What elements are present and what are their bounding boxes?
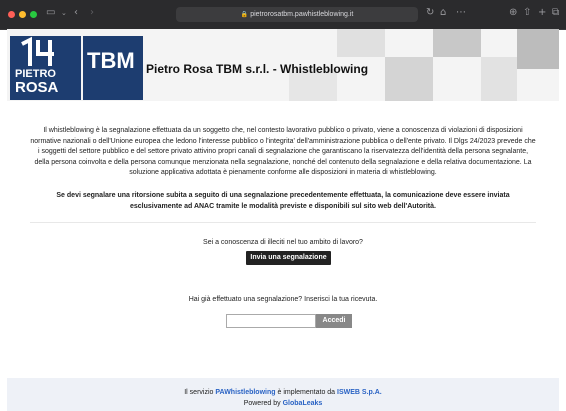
reload-icon[interactable]: ↻ [426, 6, 434, 20]
pietro-rosa-logo: PIETRO ROSA [10, 36, 81, 100]
zoom-window-button[interactable] [30, 11, 37, 18]
receipt-input[interactable] [226, 314, 316, 328]
footer-powered-line: Powered by GlobaLeaks [7, 400, 559, 407]
footer: Il servizio PAWhistleblowing è implement… [7, 378, 559, 411]
browser-toolbar: ▭ ⌄ ‹ › 🔒 pietrorosatbm.pawhistleblowing.… [0, 0, 566, 30]
address-bar[interactable]: 🔒 pietrorosatbm.pawhistleblowing.it [176, 7, 418, 22]
tabs-icon[interactable]: ⧉ [552, 6, 559, 20]
minimize-window-button[interactable] [19, 11, 26, 18]
receipt-question: Hai già effettuato una segnalazione? Ins… [188, 296, 378, 303]
anac-warning: Se devi segnalare una ritorsione subita … [56, 192, 510, 210]
url-text: pietrorosatbm.pawhistleblowing.it [250, 11, 354, 18]
login-button[interactable]: Accedi [316, 314, 352, 328]
powered-by-label: Powered by [243, 400, 281, 407]
grid-icon[interactable]: ⋯ [456, 6, 466, 20]
submit-report-button[interactable]: Invia una segnalazione [246, 251, 331, 265]
footer-service-line: Il servizio PAWhistleblowing è implement… [7, 389, 559, 396]
forward-icon[interactable]: › [90, 6, 94, 20]
logo-rosa-text: ROSA [15, 79, 59, 96]
download-icon[interactable]: ⊕ [509, 6, 517, 20]
sidebar-icon[interactable]: ▭ [46, 6, 55, 20]
home-icon[interactable]: ⌂ [440, 6, 446, 20]
logo-tbm-text: TBM [87, 48, 135, 73]
chevron-down-icon[interactable]: ⌄ [61, 6, 67, 20]
footer-prefix: Il servizio [184, 389, 214, 396]
close-window-button[interactable] [8, 11, 15, 18]
tbm-logo: TBM [83, 36, 143, 100]
globaleaks-link[interactable]: GlobaLeaks [283, 400, 323, 407]
lock-icon: 🔒 [240, 12, 249, 18]
new-tab-icon[interactable]: + [538, 6, 546, 20]
divider [30, 222, 536, 223]
report-question: Sei a conoscenza di illeciti nel tuo amb… [203, 239, 363, 246]
back-icon[interactable]: ‹ [74, 6, 78, 20]
page-title: Pietro Rosa TBM s.r.l. - Whistleblowing [146, 62, 369, 76]
isweb-link[interactable]: ISWEB S.p.A. [337, 389, 382, 396]
intro-paragraph: Il whistleblowing è la segnalazione effe… [30, 127, 536, 177]
footer-middle: è implementato da [277, 389, 336, 396]
share-icon[interactable]: ⇧ [523, 6, 531, 20]
pawhistleblowing-link[interactable]: PAWhistleblowing [215, 389, 275, 396]
